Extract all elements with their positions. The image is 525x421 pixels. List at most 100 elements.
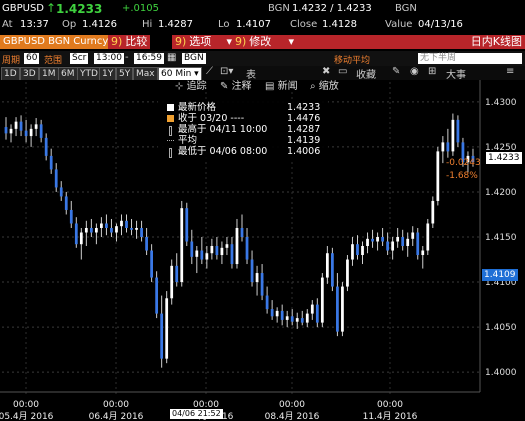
candle-body (29, 128, 33, 137)
candle-body (336, 286, 339, 332)
candle-body (446, 142, 450, 152)
quote-source: BGN (395, 3, 417, 14)
y-tick-label: 1.4150 (485, 233, 517, 243)
candle-body (155, 277, 159, 314)
candle-body (14, 121, 18, 129)
candle-body (54, 169, 58, 188)
favorite-label[interactable]: 收藏 (356, 66, 376, 80)
security-ticker[interactable]: GBPUSD BGN Curncy (0, 35, 112, 49)
line-tool-icon[interactable]: ⟋ (206, 66, 213, 77)
news-tool[interactable]: ▤ 新闻 (265, 80, 298, 94)
candle-body (84, 227, 88, 233)
candle-body (145, 237, 148, 251)
period-1y[interactable]: 1Y (99, 67, 117, 80)
menu-icon[interactable]: ≡ (506, 66, 514, 77)
x-tick-time: 00:00 (103, 400, 129, 410)
at-label: At (2, 19, 13, 30)
period-5y[interactable]: 5Y (116, 67, 134, 80)
open-label: Op (62, 19, 77, 30)
period-input[interactable]: 60 (24, 53, 40, 64)
low-marker-icon (169, 148, 172, 158)
candle-body (270, 309, 274, 317)
settings-icon[interactable]: ✖ (322, 66, 330, 77)
candle-body (64, 196, 68, 210)
ruler-icon[interactable]: ▭ (338, 66, 347, 77)
candle-body (185, 208, 189, 242)
candle-type-icon[interactable]: ⊡▾ (220, 66, 233, 77)
candle-body (381, 237, 384, 242)
candle-body (331, 253, 334, 287)
candle-body (305, 313, 309, 323)
candle-body (105, 223, 108, 228)
tab-edit[interactable]: 9) 修改 ▾ (232, 35, 296, 49)
candle-body (215, 246, 219, 256)
range-label: 范围 (44, 56, 63, 66)
candle-body (190, 241, 194, 257)
candle-body (130, 227, 133, 230)
bid-ask-prefix: BGN (268, 3, 290, 14)
period-max[interactable]: Max (133, 67, 158, 80)
period-toolbar: 1D 3D 1M 6M YTD 1Y 5Y Max 60 Min ▾ ⟋ ⊡▾ … (0, 66, 525, 80)
candle-body (34, 124, 38, 129)
change-pct-tag: -1.68% (446, 171, 478, 181)
candle-body (49, 155, 53, 170)
legend-row: 最新价格 1.4233 (158, 102, 328, 113)
moving-average-select[interactable]: 无下半周 (418, 53, 522, 64)
start-time-input[interactable]: 13:00 (94, 53, 124, 64)
grid-icon[interactable]: ⊞ (428, 66, 436, 77)
last-price-tag: 1.4233 (486, 152, 522, 164)
period-1d[interactable]: 1D (1, 67, 20, 80)
candle-body (19, 121, 23, 131)
candle-body (205, 253, 209, 260)
average-price-tag: 1.4109 (482, 269, 518, 281)
candle-body (100, 223, 103, 228)
hover-time-tag: 04/06 21:52 (170, 409, 223, 419)
candle-body (24, 130, 28, 137)
tab-options[interactable]: 9) 选项 ▾ (172, 35, 234, 49)
candle-body (120, 220, 123, 227)
annotate-tool[interactable]: ✎ 注释 (220, 80, 252, 94)
period-3d[interactable]: 3D (20, 67, 39, 80)
candle-body (245, 237, 249, 260)
end-time-input[interactable]: 16:59 (134, 53, 164, 64)
last-price: 1.4233 (56, 2, 103, 16)
legend-swatch (167, 104, 174, 111)
y-tick-label: 1.4200 (485, 188, 517, 198)
tab-bar: GBPUSD BGN Curncy 9) 比较 9) 选项 ▾ 9) 修改 ▾ 日内K线图 (0, 33, 525, 51)
calendar-icon[interactable]: ▦ (167, 52, 176, 63)
moving-average-label: 移动平均 (334, 56, 371, 66)
legend-row: 最高于 04/11 10:00 1.4287 (158, 124, 328, 136)
period-6m[interactable]: 6M (58, 67, 78, 80)
low-value: 1.4107 (236, 19, 271, 30)
settings-bar: 周期 60 范围 Scr 13:00 - 16:59 ▦ BGN 移动平均 无下… (0, 51, 525, 66)
candle-body (95, 227, 98, 233)
candle-body (391, 241, 395, 251)
events-label[interactable]: 大事 (446, 66, 466, 80)
period-ytd[interactable]: YTD (77, 67, 101, 80)
candle-body (310, 304, 314, 314)
quote-time: 13:37 (20, 19, 49, 30)
camera-icon[interactable]: ◉ (410, 66, 419, 77)
source-input[interactable]: BGN (182, 53, 206, 64)
table-button[interactable]: 表 (246, 66, 256, 80)
interval-select[interactable]: 60 Min ▾ (158, 67, 202, 80)
stats-bar: At 13:37 Op 1.4126 Hi 1.4287 Lo 1.4107 C… (0, 17, 525, 33)
period-1m[interactable]: 1M (39, 67, 59, 80)
y-axis: 1.43001.42501.42001.41501.41001.40501.40… (485, 98, 517, 378)
track-tool[interactable]: ⊹ 追踪 (175, 80, 207, 94)
candle-body (441, 142, 445, 152)
tab-compare[interactable]: 9) 比较 (108, 35, 151, 49)
candle-body (436, 151, 440, 201)
scroll-toggle[interactable]: Scr (70, 53, 89, 64)
legend-swatch (167, 115, 174, 122)
edit-icon[interactable]: ✎ (392, 66, 400, 77)
candle-body (255, 273, 259, 283)
y-tick-label: 1.4050 (485, 323, 517, 333)
crosshair-icon: ⊹ (175, 81, 187, 92)
candle-body (235, 227, 239, 265)
zoom-tool[interactable]: ⌕ 缩放 (310, 80, 339, 94)
low-label: Lo (218, 19, 230, 30)
candle-body (356, 244, 359, 256)
candle-body (210, 246, 214, 254)
close-label: Close (290, 19, 318, 30)
